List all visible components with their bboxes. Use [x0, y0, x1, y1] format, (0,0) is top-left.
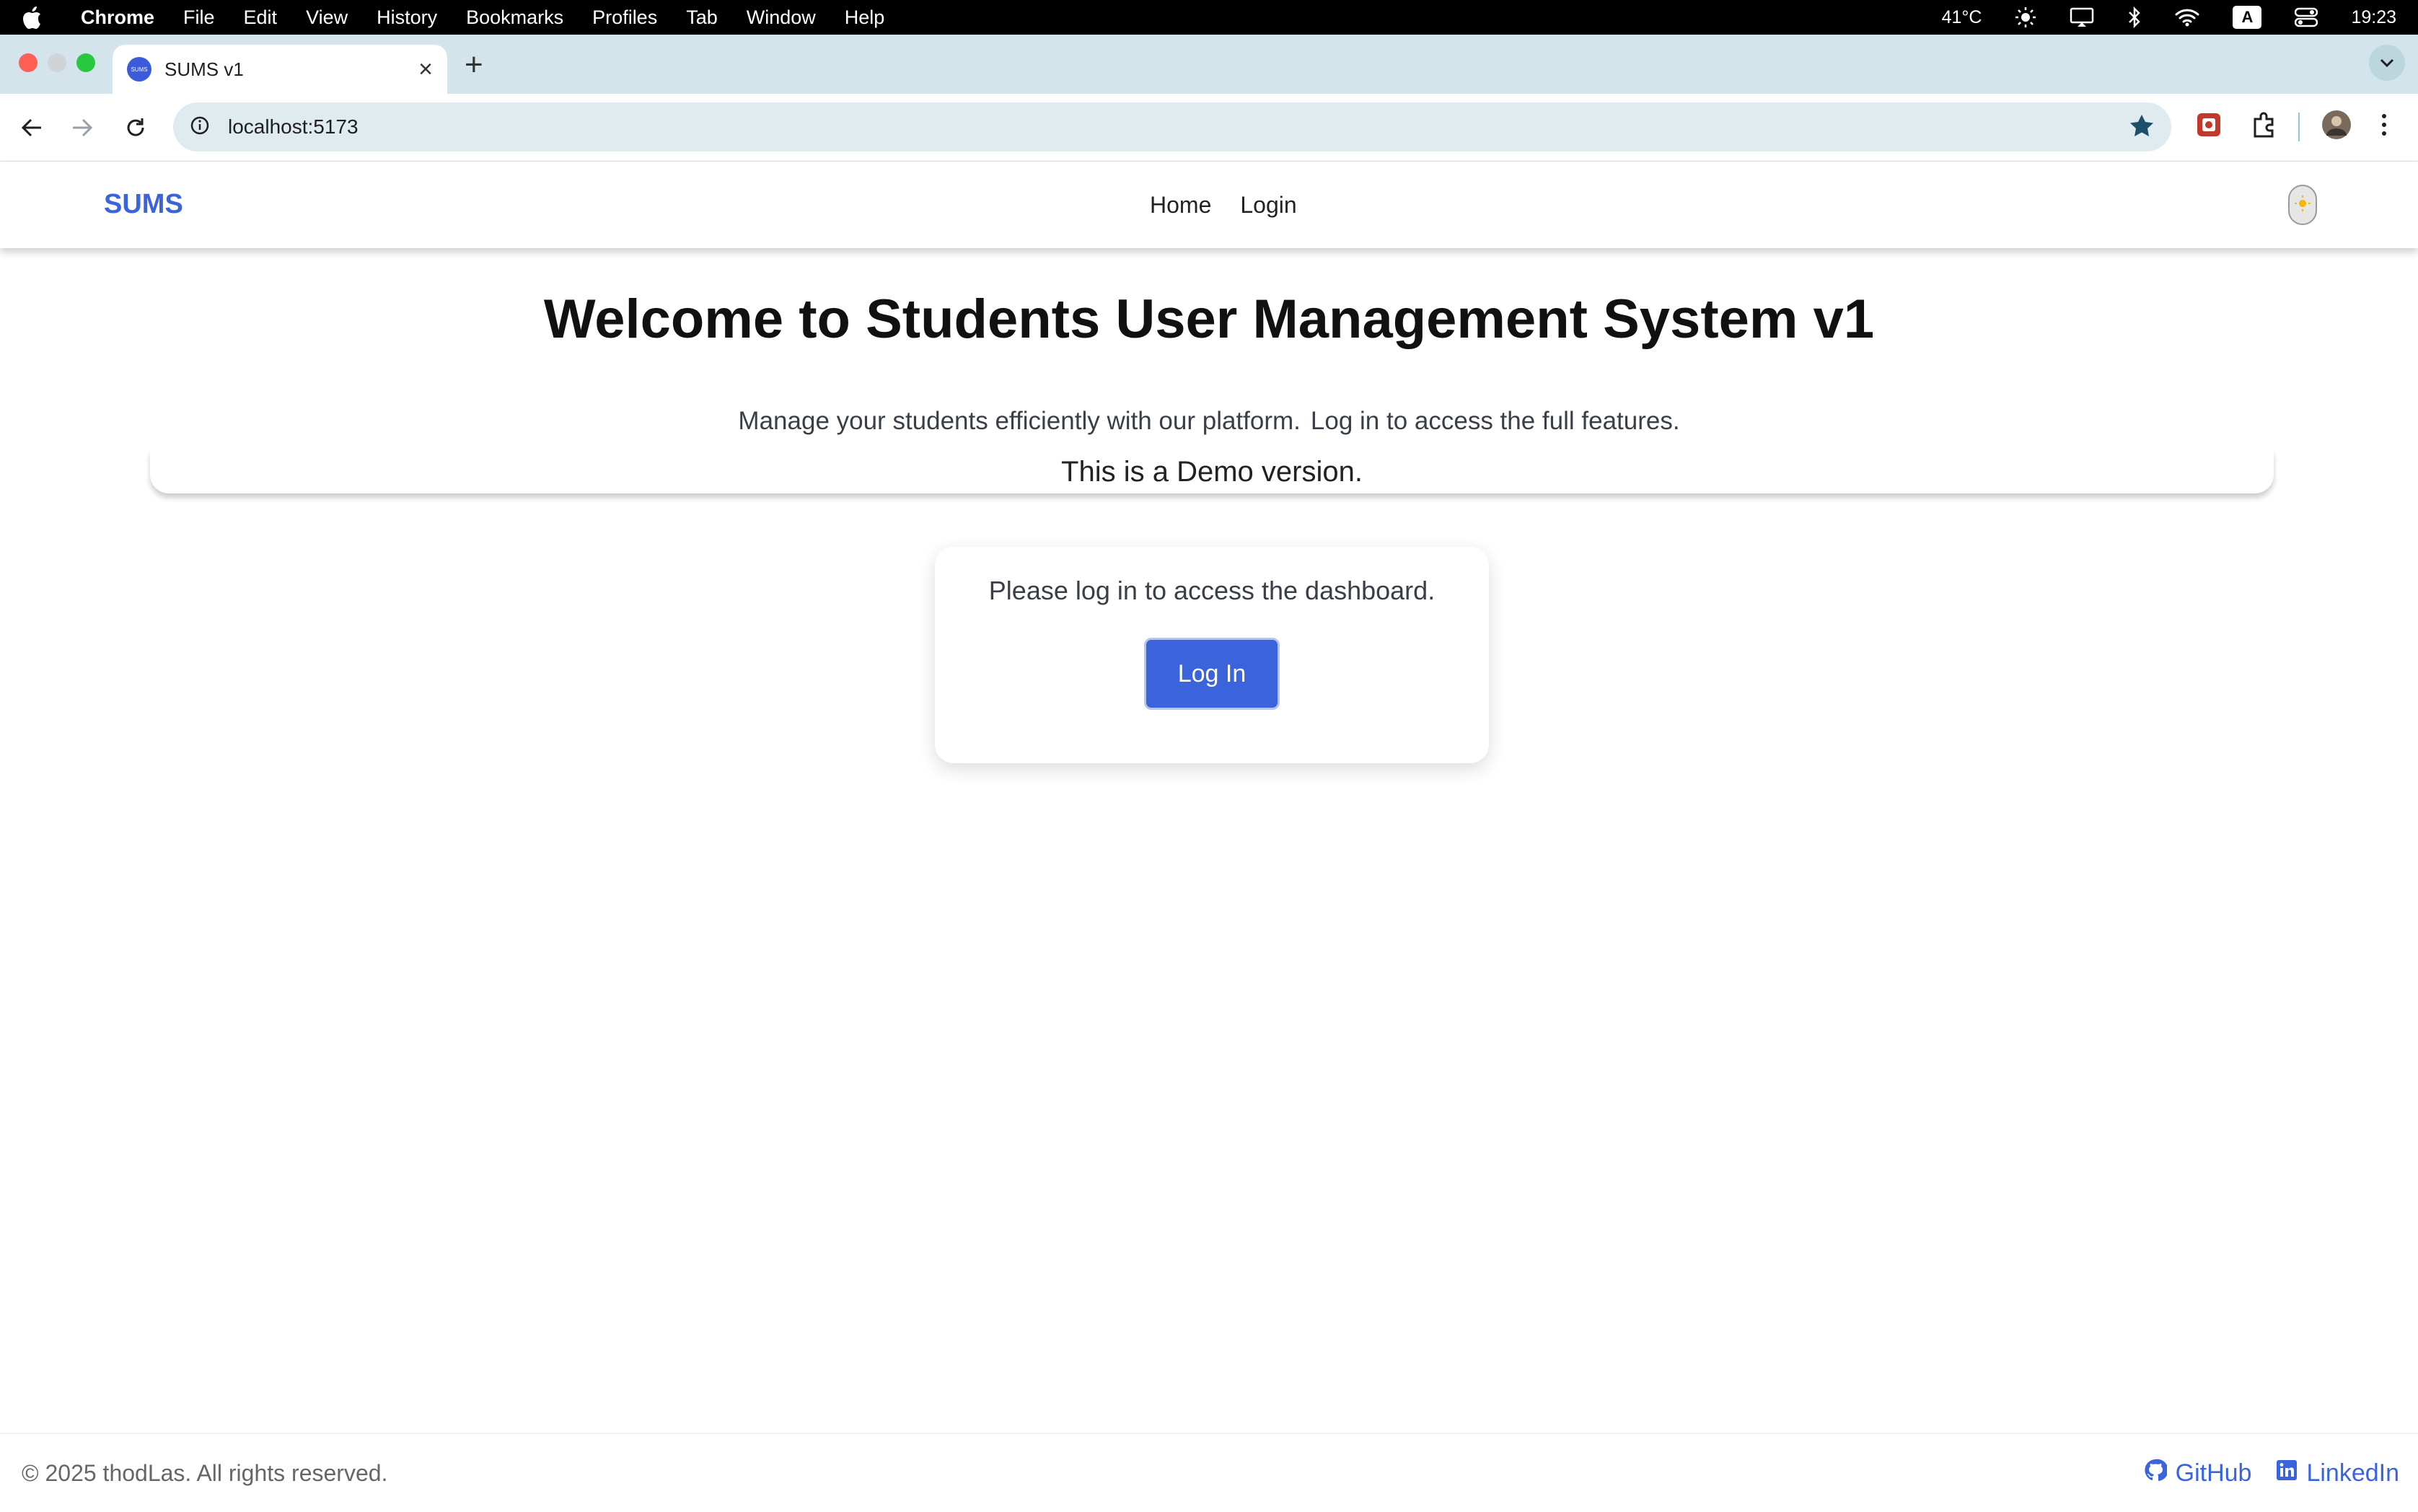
minimize-window-button[interactable] — [48, 53, 66, 72]
footer-links: GitHub LinkedIn — [2144, 1459, 2399, 1488]
menu-help[interactable]: Help — [845, 6, 885, 29]
clock[interactable]: 19:23 — [2351, 7, 2396, 28]
github-label: GitHub — [2175, 1459, 2252, 1487]
reload-icon[interactable] — [120, 112, 151, 144]
forward-arrow-icon[interactable] — [66, 112, 98, 144]
login-prompt-text: Please log in to access the dashboard. — [988, 576, 1436, 605]
linkedin-icon — [2276, 1459, 2298, 1487]
menu-window[interactable]: Window — [747, 6, 816, 29]
app-navbar: SUMS Home Login — [0, 162, 2418, 248]
nav-links: Home Login — [1150, 192, 1297, 219]
browser-toolbar: localhost:5173 — [0, 94, 2418, 162]
login-button[interactable]: Log In — [1144, 638, 1280, 710]
close-window-button[interactable] — [19, 53, 38, 72]
back-arrow-icon[interactable] — [16, 112, 48, 144]
control-center-icon[interactable] — [2295, 7, 2318, 27]
menu-profiles[interactable]: Profiles — [592, 6, 657, 29]
demo-notice-banner: This is a Demo version. — [150, 450, 2274, 493]
tab-title: SUMS v1 — [164, 58, 244, 80]
address-bar[interactable]: localhost:5173 — [173, 102, 2171, 151]
github-link[interactable]: GitHub — [2144, 1459, 2252, 1488]
extension-icon[interactable] — [2196, 112, 2222, 141]
macos-menu-bar: Chrome File Edit View History Bookmarks … — [0, 0, 2418, 35]
theme-toggle[interactable] — [2288, 185, 2317, 225]
hero-subtitle-part-1: Manage your students efficiently with ou… — [738, 407, 1301, 435]
hero-title: Welcome to Students User Management Syst… — [543, 289, 1875, 350]
more-menu-icon[interactable] — [2380, 113, 2388, 140]
hero-subtitle: Manage your students efficiently with ou… — [0, 407, 2418, 436]
brand-logo[interactable]: SUMS — [104, 189, 183, 220]
bookmark-star-icon[interactable] — [2129, 114, 2154, 141]
github-icon — [2144, 1459, 2168, 1488]
toolbar-extensions — [2196, 110, 2388, 144]
menu-app-name[interactable]: Chrome — [81, 6, 154, 29]
linkedin-label: LinkedIn — [2306, 1459, 2399, 1487]
browser-tab-active[interactable]: SUMS SUMS v1 × — [113, 45, 447, 94]
tab-search-icon[interactable] — [2369, 45, 2405, 81]
menu-view[interactable]: View — [306, 6, 348, 29]
temperature-status[interactable]: 41°C — [1942, 7, 1982, 28]
browser-tab-strip: SUMS SUMS v1 × + — [0, 35, 2418, 94]
menu-bookmarks[interactable]: Bookmarks — [466, 6, 563, 29]
hero-subtitle-part-2: Log in to access the full features. — [1310, 407, 1680, 435]
sun-icon — [2295, 195, 2311, 215]
linkedin-link[interactable]: LinkedIn — [2276, 1459, 2399, 1488]
url-text[interactable]: localhost:5173 — [228, 115, 359, 139]
window-controls — [19, 53, 95, 72]
tab-close-icon[interactable]: × — [418, 57, 433, 82]
menu-history[interactable]: History — [377, 6, 437, 29]
brightness-icon[interactable] — [2015, 6, 2036, 28]
menu-tab[interactable]: Tab — [686, 6, 718, 29]
menu-edit[interactable]: Edit — [244, 6, 278, 29]
page-footer: © 2025 thodLas. All rights reserved. Git… — [0, 1433, 2418, 1512]
apple-icon[interactable] — [22, 6, 58, 29]
web-page: SUMS Home Login Welcome to Students User… — [0, 162, 2418, 1512]
extensions-puzzle-icon[interactable] — [2251, 112, 2277, 141]
nav-link-login[interactable]: Login — [1240, 192, 1296, 219]
menu-file[interactable]: File — [183, 6, 215, 29]
profile-avatar[interactable] — [2321, 110, 2352, 144]
nav-link-home[interactable]: Home — [1150, 192, 1211, 219]
login-card: Please log in to access the dashboard. L… — [935, 547, 1489, 763]
toolbar-divider — [2298, 112, 2300, 141]
input-source-badge[interactable]: A — [2233, 6, 2262, 29]
site-info-icon[interactable] — [190, 116, 209, 139]
copyright-text: © 2025 thodLas. All rights reserved. — [22, 1460, 388, 1486]
bluetooth-icon[interactable] — [2127, 6, 2142, 28]
display-icon[interactable] — [2070, 7, 2094, 27]
new-tab-icon[interactable]: + — [465, 49, 483, 81]
zoom-window-button[interactable] — [76, 53, 95, 72]
tab-favicon: SUMS — [127, 57, 151, 82]
wifi-icon[interactable] — [2175, 8, 2199, 27]
